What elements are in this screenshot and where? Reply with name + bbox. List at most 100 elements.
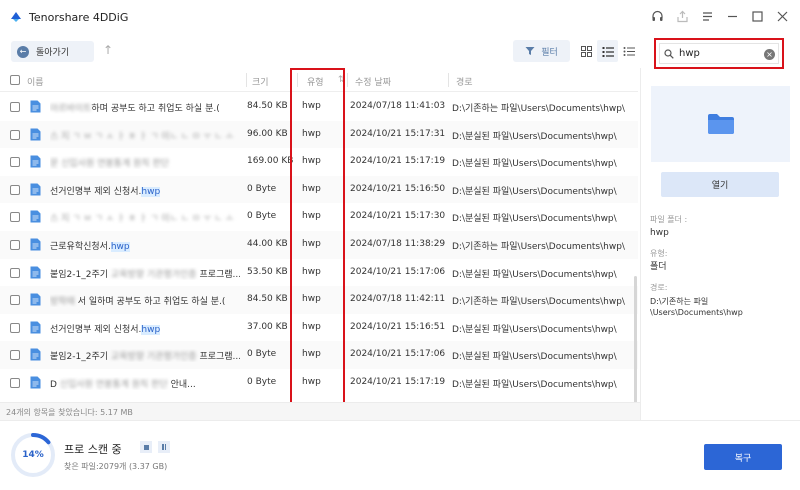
file-path: D:\기존하는 파일\Users\Documents\hwp\ (452, 104, 625, 114)
app-title: Tenorshare 4DDiG (29, 10, 129, 24)
window-controls (649, 8, 790, 24)
open-button[interactable]: 열기 (661, 172, 779, 197)
column-divider (448, 73, 449, 87)
search-field: × (659, 43, 779, 64)
scan-status-bar: 14% 프로 스캔 중 찾은 파일:2079개 (3.37 GB) 복구 (0, 420, 800, 490)
file-path: D:\분실된 파일\Users\Documents\hwp\ (452, 269, 617, 280)
back-button[interactable]: ← 돌아가기 (11, 41, 94, 62)
hwp-file-icon (30, 100, 41, 113)
file-name: 붙임2-1_2주기 교육방향 기관평가인증 프로그램... (50, 352, 240, 363)
column-divider (347, 73, 348, 87)
pause-scan-icon[interactable] (158, 441, 170, 453)
file-date: 2024/10/21 15:16:51 (350, 321, 446, 332)
hwp-file-icon (30, 183, 41, 196)
file-name: D 신입사원 연봉통계 원칙 판단 안내... (50, 380, 196, 390)
row-checkbox[interactable] (10, 102, 20, 112)
stop-scan-icon[interactable] (140, 441, 152, 453)
filter-icon (525, 47, 535, 55)
file-size: 0 Byte (247, 377, 277, 387)
hwp-file-icon (30, 155, 41, 168)
select-all-checkbox[interactable] (10, 75, 20, 85)
scan-found-files: 찾은 파일:2079개 (3.37 GB) (64, 462, 168, 471)
row-checkbox[interactable] (10, 129, 20, 140)
hwp-file-icon (30, 266, 41, 279)
row-checkbox[interactable] (10, 322, 20, 333)
menu-icon[interactable] (699, 8, 715, 24)
file-size: 96.00 KB (247, 128, 288, 139)
hwp-file-icon (30, 348, 41, 361)
header-date[interactable]: 수정 날짜 (355, 75, 391, 88)
arrow-up-icon[interactable]: ↑ (103, 43, 113, 57)
grid-view-icon[interactable] (576, 40, 597, 62)
header-size[interactable]: 크기 (252, 75, 269, 88)
file-name: 방학때 서 일하며 공부도 하고 취업도 하실 분.( (50, 297, 226, 308)
file-size: 84.50 KB (247, 101, 288, 111)
file-date: 2024/10/21 15:17:19 (350, 377, 446, 387)
file-path: D:\분실된 파일\Users\Documents\hwp\ (452, 131, 617, 142)
back-label: 돌아가기 (36, 48, 70, 58)
arrow-left-icon: ← (17, 45, 29, 58)
file-path: D:\기존하는 파일\Users\Documents\hwp\ (452, 297, 625, 308)
file-date: 2024/10/21 15:17:31 (350, 128, 446, 139)
share-icon[interactable] (674, 8, 690, 24)
detail-view-icon[interactable] (597, 40, 618, 62)
file-path-value: D:\기존하는 파일\Users\Documents\hwp (650, 297, 743, 317)
file-size: 37.00 KB (247, 321, 288, 332)
file-size: 0 Byte (247, 183, 277, 194)
found-count: 24개의 항목을 찾았습니다: 5.17 MB (0, 402, 640, 420)
file-size: 0 Byte (247, 349, 277, 360)
file-name: 스 지 ㄱ ㅂ ㄱ ㅅ ㅏ ㅎ ㅏ ㄱ 이ㄴ ㄴ ㅁ ㅜ ㄴ ㅗ (50, 131, 234, 142)
file-size: 0 Byte (247, 211, 277, 222)
headset-support-icon[interactable] (649, 8, 665, 24)
maximize-icon[interactable] (749, 8, 765, 24)
row-checkbox[interactable] (10, 350, 20, 361)
table-scrollbar[interactable] (634, 276, 637, 418)
file-path: D:\분실된 파일\Users\Documents\hwp\ (452, 186, 617, 197)
file-size: 44.00 KB (247, 239, 288, 249)
row-checkbox[interactable] (10, 240, 20, 250)
file-name-label: 파일 폴더 : (650, 215, 688, 224)
filter-button[interactable]: 필터 (513, 40, 570, 62)
recover-button[interactable]: 복구 (704, 444, 782, 470)
hwp-file-icon (30, 376, 41, 389)
file-size: 53.50 KB (247, 266, 288, 277)
list-view-icon[interactable] (618, 40, 639, 62)
close-icon[interactable] (774, 8, 790, 24)
preview-thumbnail (651, 86, 790, 162)
title-bar: Tenorshare 4DDiG (0, 0, 800, 34)
file-path: D:\분실된 파일\Users\Documents\hwp\ (452, 159, 617, 170)
row-checkbox[interactable] (10, 184, 20, 195)
row-checkbox[interactable] (10, 157, 20, 168)
file-path: D:\분실된 파일\Users\Documents\hwp\ (452, 380, 617, 390)
hwp-file-icon (30, 128, 41, 141)
view-toggle (576, 40, 639, 62)
file-path: D:\분실된 파일\Users\Documents\hwp\ (452, 214, 617, 225)
hwp-file-icon (30, 293, 41, 306)
header-path[interactable]: 경로 (456, 75, 473, 88)
minimize-icon[interactable] (724, 8, 740, 24)
toolbar: ← 돌아가기 ↑ 필터 (0, 34, 640, 68)
type-column-highlight (290, 68, 345, 409)
row-checkbox[interactable] (10, 267, 20, 278)
row-checkbox[interactable] (10, 212, 20, 223)
app-logo-icon (11, 12, 21, 22)
file-date: 2024/10/21 15:17:30 (350, 211, 446, 222)
search-icon (664, 48, 674, 59)
file-size: 169.00 KB (247, 156, 294, 167)
file-path: D:\분실된 파일\Users\Documents\hwp\ (452, 324, 617, 335)
clear-search-icon[interactable]: × (764, 49, 775, 60)
filter-label: 필터 (541, 47, 558, 58)
file-date: 2024/07/18 11:41:03 (350, 101, 446, 111)
search-input[interactable] (679, 48, 759, 59)
file-name: 선거인명부 제외 신청서.hwp (50, 324, 161, 335)
hwp-file-icon (30, 238, 41, 251)
header-name[interactable]: 이름 (27, 75, 44, 88)
file-path: D:\분실된 파일\Users\Documents\hwp\ (452, 352, 617, 363)
row-checkbox[interactable] (10, 295, 20, 306)
file-date: 2024/10/21 15:17:19 (350, 156, 446, 167)
file-name-value: hwp (650, 228, 669, 238)
hwp-file-icon (30, 210, 41, 223)
file-date: 2024/10/21 15:17:06 (350, 266, 446, 277)
row-checkbox[interactable] (10, 378, 20, 388)
file-name: 선거인명부 제외 신청서.hwp (50, 186, 161, 197)
